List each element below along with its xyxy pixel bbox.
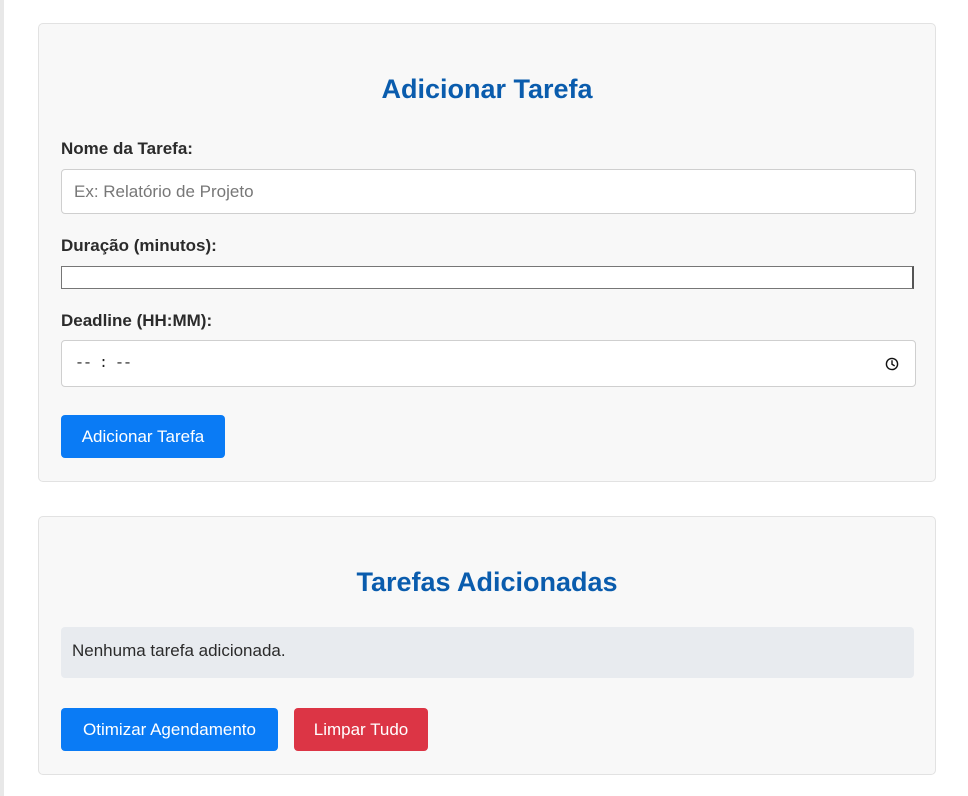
deadline-label: Deadline (HH:MM): xyxy=(61,311,213,330)
clock-icon[interactable] xyxy=(885,357,899,371)
deadline-time-value[interactable]: -- : -- xyxy=(75,355,132,372)
page-left-border xyxy=(0,0,4,796)
empty-tasks-message: Nenhuma tarefa adicionada. xyxy=(61,627,914,678)
task-name-input[interactable] xyxy=(61,169,916,214)
duration-label: Duração (minutos): xyxy=(61,236,217,255)
duration-input[interactable] xyxy=(61,266,914,289)
add-task-title: Adicionar Tarefa xyxy=(381,74,593,104)
task-list-title: Tarefas Adicionadas xyxy=(356,567,618,597)
task-list-card: Tarefas Adicionadas Nenhuma tarefa adici… xyxy=(38,516,936,775)
deadline-time-input[interactable]: -- : -- xyxy=(61,340,916,387)
add-task-card: Adicionar Tarefa Nome da Tarefa: Duração… xyxy=(38,23,936,482)
add-task-button[interactable]: Adicionar Tarefa xyxy=(61,415,225,458)
optimize-schedule-button[interactable]: Otimizar Agendamento xyxy=(61,708,278,751)
clear-all-button[interactable]: Limpar Tudo xyxy=(294,708,428,751)
task-name-label: Nome da Tarefa: xyxy=(61,139,193,158)
